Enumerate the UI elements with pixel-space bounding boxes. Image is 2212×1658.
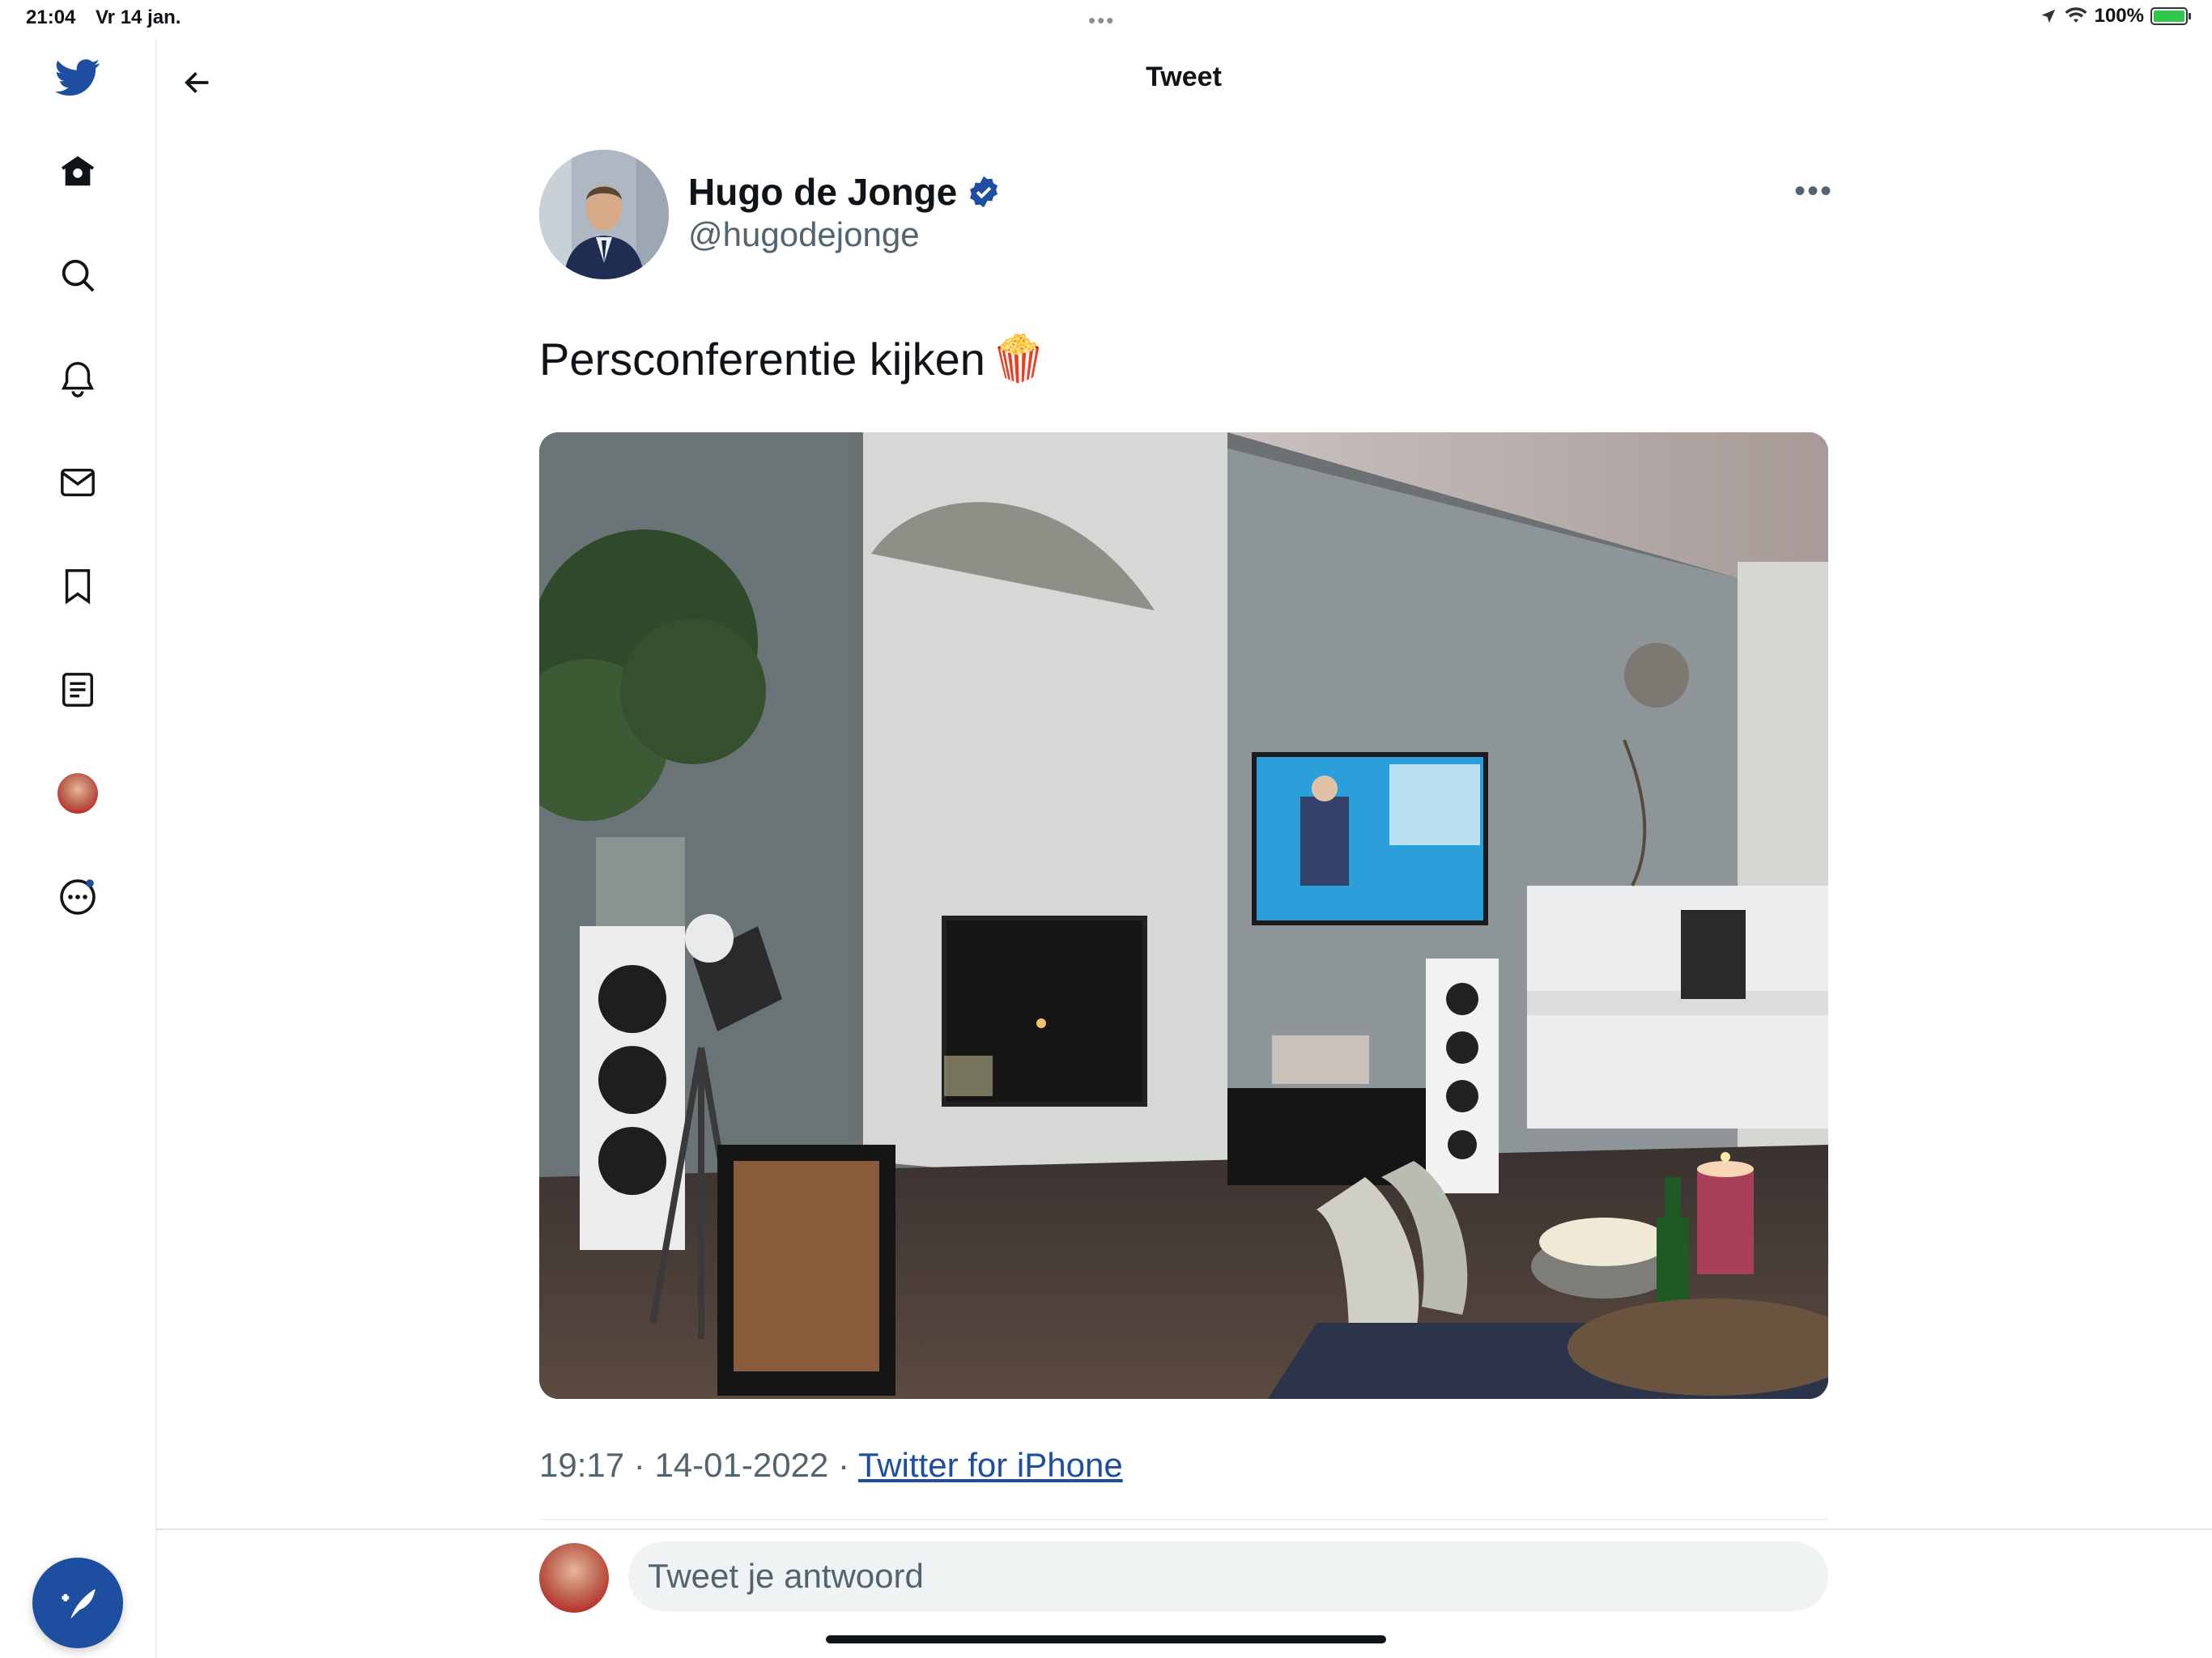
twitter-bird-icon[interactable] [52,52,104,104]
living-room-photo [539,432,1828,1399]
search-icon[interactable] [52,249,104,301]
tweet-time: 19:17 [539,1446,625,1484]
bookmark-icon[interactable] [52,560,104,612]
status-time: 21:04 [26,6,76,28]
compose-tweet-button[interactable] [32,1558,123,1648]
wifi-icon [2065,7,2087,23]
ellipsis-icon: ••• [1793,172,1833,209]
meta-separator: · [837,1446,849,1484]
tweet-meta: 19:17 · 14-01-2022 · Twitter for iPhone [539,1446,1123,1485]
verified-badge-icon [970,176,998,208]
author-handle[interactable]: @hugodejonge [688,215,920,254]
sidebar [0,39,157,1658]
author-name-text: Hugo de Jonge [688,171,958,213]
home-icon[interactable] [52,146,104,198]
tweet-photo[interactable] [539,432,1828,1399]
location-icon [2041,9,2055,23]
tweet-source-link[interactable]: Twitter for iPhone [858,1446,1123,1484]
reply-avatar[interactable] [539,1543,609,1613]
author-name[interactable]: Hugo de Jonge [688,170,1001,214]
popcorn-emoji: 🍿 [989,333,1047,385]
divider [539,1519,1828,1520]
page-title: Tweet [1146,62,1222,92]
reply-divider [155,1528,2212,1530]
status-bar: 21:04 Vr 14 jan. ••• 100% [0,0,2212,39]
status-right: 100% [2040,5,2191,28]
reply-placeholder: Tweet je antwoord [648,1557,924,1595]
bell-icon[interactable] [52,353,104,405]
mail-icon[interactable] [52,457,104,508]
tweet-more-button[interactable]: ••• [1789,172,1838,209]
status-date: Vr 14 jan. [96,6,181,28]
compose-tweet-icon [62,1588,96,1619]
reply-input[interactable]: Tweet je antwoord [628,1541,1828,1611]
meta-separator: · [633,1446,645,1484]
multitasking-dots-icon[interactable]: ••• [1088,8,1115,33]
battery-percent: 100% [2094,5,2144,27]
author-avatar[interactable] [539,150,669,279]
home-indicator[interactable] [826,1635,1386,1643]
tweet-text-content: Persconferentie kijken [539,333,985,385]
tweet-text: Persconferentie kijken 🍿 [539,332,1047,385]
battery-icon [2150,7,2191,25]
more-icon[interactable] [52,871,104,923]
tweet-date: 14-01-2022 [654,1446,829,1484]
profile-avatar[interactable] [52,767,104,819]
lists-icon[interactable] [52,664,104,716]
